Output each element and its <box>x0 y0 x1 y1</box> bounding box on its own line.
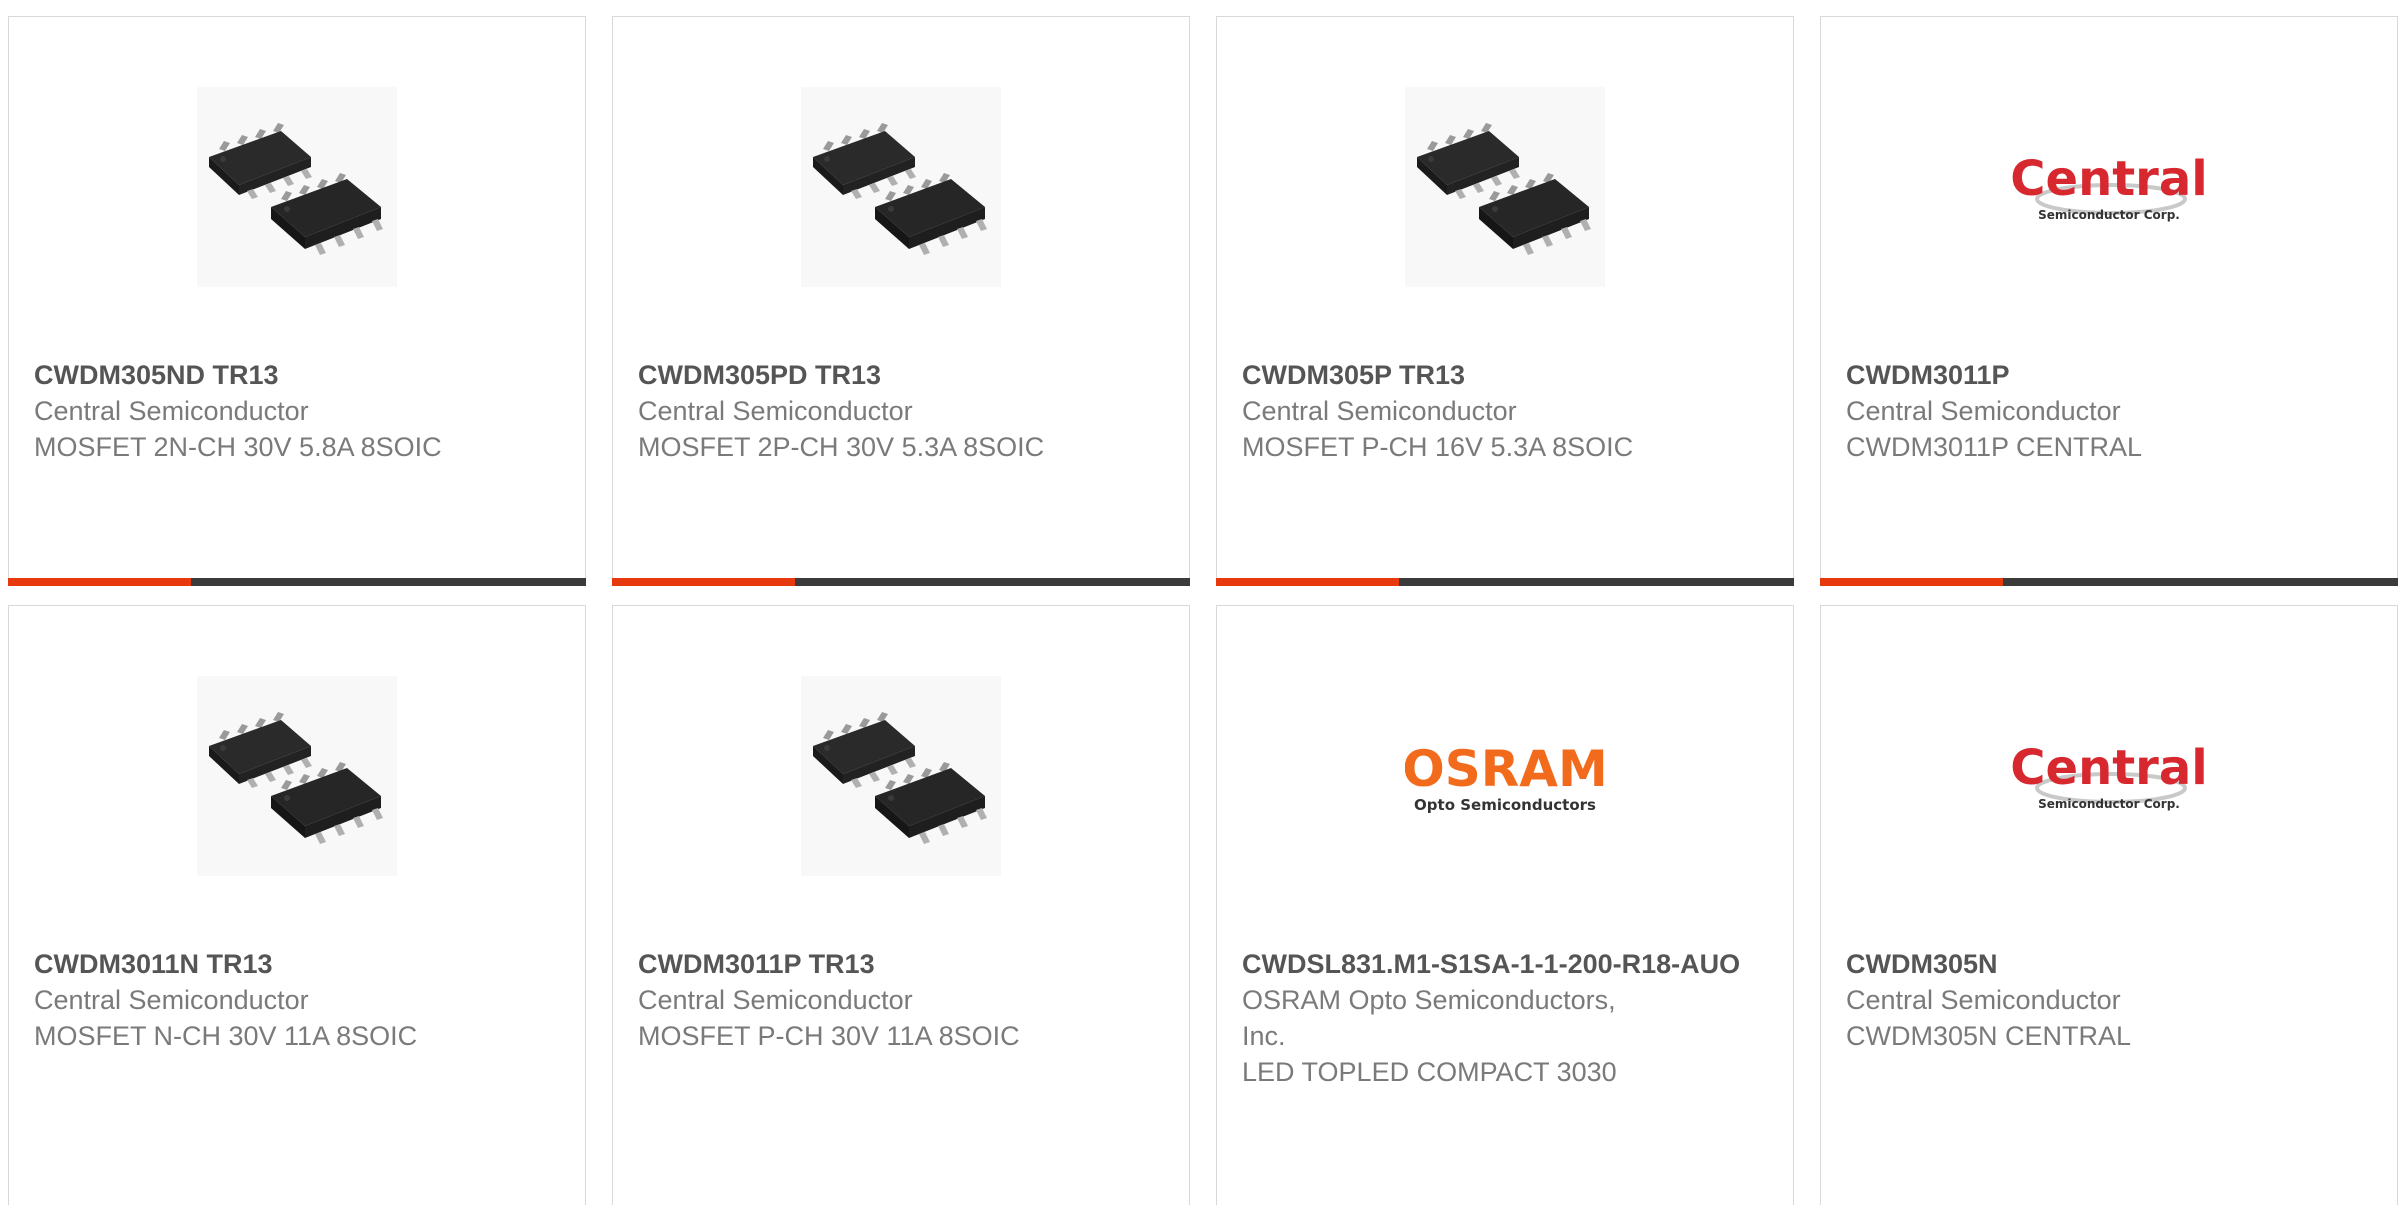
card-accent-bar <box>1216 578 1794 586</box>
product-image[interactable] <box>197 87 397 287</box>
product-description: CWDM305N CENTRAL <box>1846 1021 2132 1051</box>
svg-text:Semiconductor Corp.: Semiconductor Corp. <box>2038 797 2180 811</box>
product-card[interactable]: Central Semiconductor Corp. CWDM3011P Ce… <box>1820 16 2398 586</box>
product-description: MOSFET P-CH 16V 5.3A 8SOIC <box>1242 432 1634 462</box>
product-info: CWDSL831.M1-S1SA-1-1-200-R18-AUO OSRAM O… <box>1242 946 1762 1090</box>
svg-text:Central: Central <box>2010 151 2207 207</box>
product-card[interactable]: CWDM305PD TR13 Central Semiconductor MOS… <box>612 16 1190 586</box>
product-info: CWDM305PD TR13 Central Semiconductor MOS… <box>638 357 1158 465</box>
product-card[interactable]: OSRAM Opto Semiconductors CWDSL831.M1-S1… <box>1216 605 1794 1205</box>
product-description: MOSFET P-CH 30V 11A 8SOIC <box>638 1021 1020 1051</box>
manufacturer-name: Central Semiconductor <box>638 396 913 426</box>
product-grid: CWDM305ND TR13 Central Semiconductor MOS… <box>0 0 2400 1205</box>
part-number-link[interactable]: CWDM3011N TR13 <box>34 946 554 982</box>
card-accent-bar <box>612 578 1190 586</box>
svg-text:Semiconductor Corp.: Semiconductor Corp. <box>2038 208 2180 222</box>
osram-logo: OSRAM Opto Semiconductors <box>1405 740 1605 814</box>
product-card[interactable]: CWDM3011N TR13 Central Semiconductor MOS… <box>8 605 586 1205</box>
product-image[interactable] <box>1405 87 1605 287</box>
part-number-link[interactable]: CWDM3011P TR13 <box>638 946 1158 982</box>
manufacturer-name: Central Semiconductor <box>1846 985 2121 1015</box>
product-image[interactable] <box>801 87 1001 287</box>
part-number-link[interactable]: CWDM305N <box>1846 946 2366 982</box>
product-info: CWDM305N Central Semiconductor CWDM305N … <box>1846 946 2366 1054</box>
card-accent-bar <box>8 578 586 586</box>
product-image[interactable]: OSRAM Opto Semiconductors <box>1405 676 1605 876</box>
soic-8-chip-image <box>1405 87 1605 287</box>
manufacturer-name: OSRAM Opto Semiconductors, Inc. <box>1242 985 1616 1051</box>
product-description: MOSFET 2N-CH 30V 5.8A 8SOIC <box>34 432 442 462</box>
product-card[interactable]: CWDM3011P TR13 Central Semiconductor MOS… <box>612 605 1190 1205</box>
soic-8-chip-image <box>801 676 1001 876</box>
part-number-link[interactable]: CWDM305PD TR13 <box>638 357 1158 393</box>
product-info: CWDM305ND TR13 Central Semiconductor MOS… <box>34 357 554 465</box>
svg-text:Opto Semiconductors: Opto Semiconductors <box>1414 796 1596 814</box>
product-image[interactable] <box>197 676 397 876</box>
product-card[interactable]: CWDM305P TR13 Central Semiconductor MOSF… <box>1216 16 1794 586</box>
soic-8-chip-image <box>197 676 397 876</box>
product-description: MOSFET N-CH 30V 11A 8SOIC <box>34 1021 418 1051</box>
manufacturer-name: Central Semiconductor <box>34 396 309 426</box>
central-semiconductor-logo: Central Semiconductor Corp. <box>2010 151 2207 222</box>
product-info: CWDM305P TR13 Central Semiconductor MOSF… <box>1242 357 1762 465</box>
svg-text:Central: Central <box>2010 740 2207 796</box>
part-number-link[interactable]: CWDM305ND TR13 <box>34 357 554 393</box>
product-description: LED TOPLED COMPACT 3030 <box>1242 1057 1617 1087</box>
product-info: CWDM3011P Central Semiconductor CWDM3011… <box>1846 357 2366 465</box>
part-number-link[interactable]: CWDM305P TR13 <box>1242 357 1762 393</box>
part-number-link[interactable]: CWDSL831.M1-S1SA-1-1-200-R18-AUO <box>1242 946 1762 982</box>
product-info: CWDM3011P TR13 Central Semiconductor MOS… <box>638 946 1158 1054</box>
part-number-link[interactable]: CWDM3011P <box>1846 357 2366 393</box>
manufacturer-name: Central Semiconductor <box>638 985 913 1015</box>
product-card[interactable]: Central Semiconductor Corp. CWDM305N Cen… <box>1820 605 2398 1205</box>
product-image[interactable] <box>801 676 1001 876</box>
svg-text:OSRAM: OSRAM <box>1405 740 1605 798</box>
product-card[interactable]: CWDM305ND TR13 Central Semiconductor MOS… <box>8 16 586 586</box>
soic-8-chip-image <box>197 87 397 287</box>
central-semiconductor-logo: Central Semiconductor Corp. <box>2010 740 2207 811</box>
manufacturer-name: Central Semiconductor <box>1846 396 2121 426</box>
manufacturer-name: Central Semiconductor <box>34 985 309 1015</box>
product-description: MOSFET 2P-CH 30V 5.3A 8SOIC <box>638 432 1045 462</box>
product-image[interactable]: Central Semiconductor Corp. <box>2009 676 2209 876</box>
soic-8-chip-image <box>801 87 1001 287</box>
product-description: CWDM3011P CENTRAL <box>1846 432 2143 462</box>
card-accent-bar <box>1820 578 2398 586</box>
manufacturer-name: Central Semiconductor <box>1242 396 1517 426</box>
product-info: CWDM3011N TR13 Central Semiconductor MOS… <box>34 946 554 1054</box>
product-image[interactable]: Central Semiconductor Corp. <box>2009 87 2209 287</box>
